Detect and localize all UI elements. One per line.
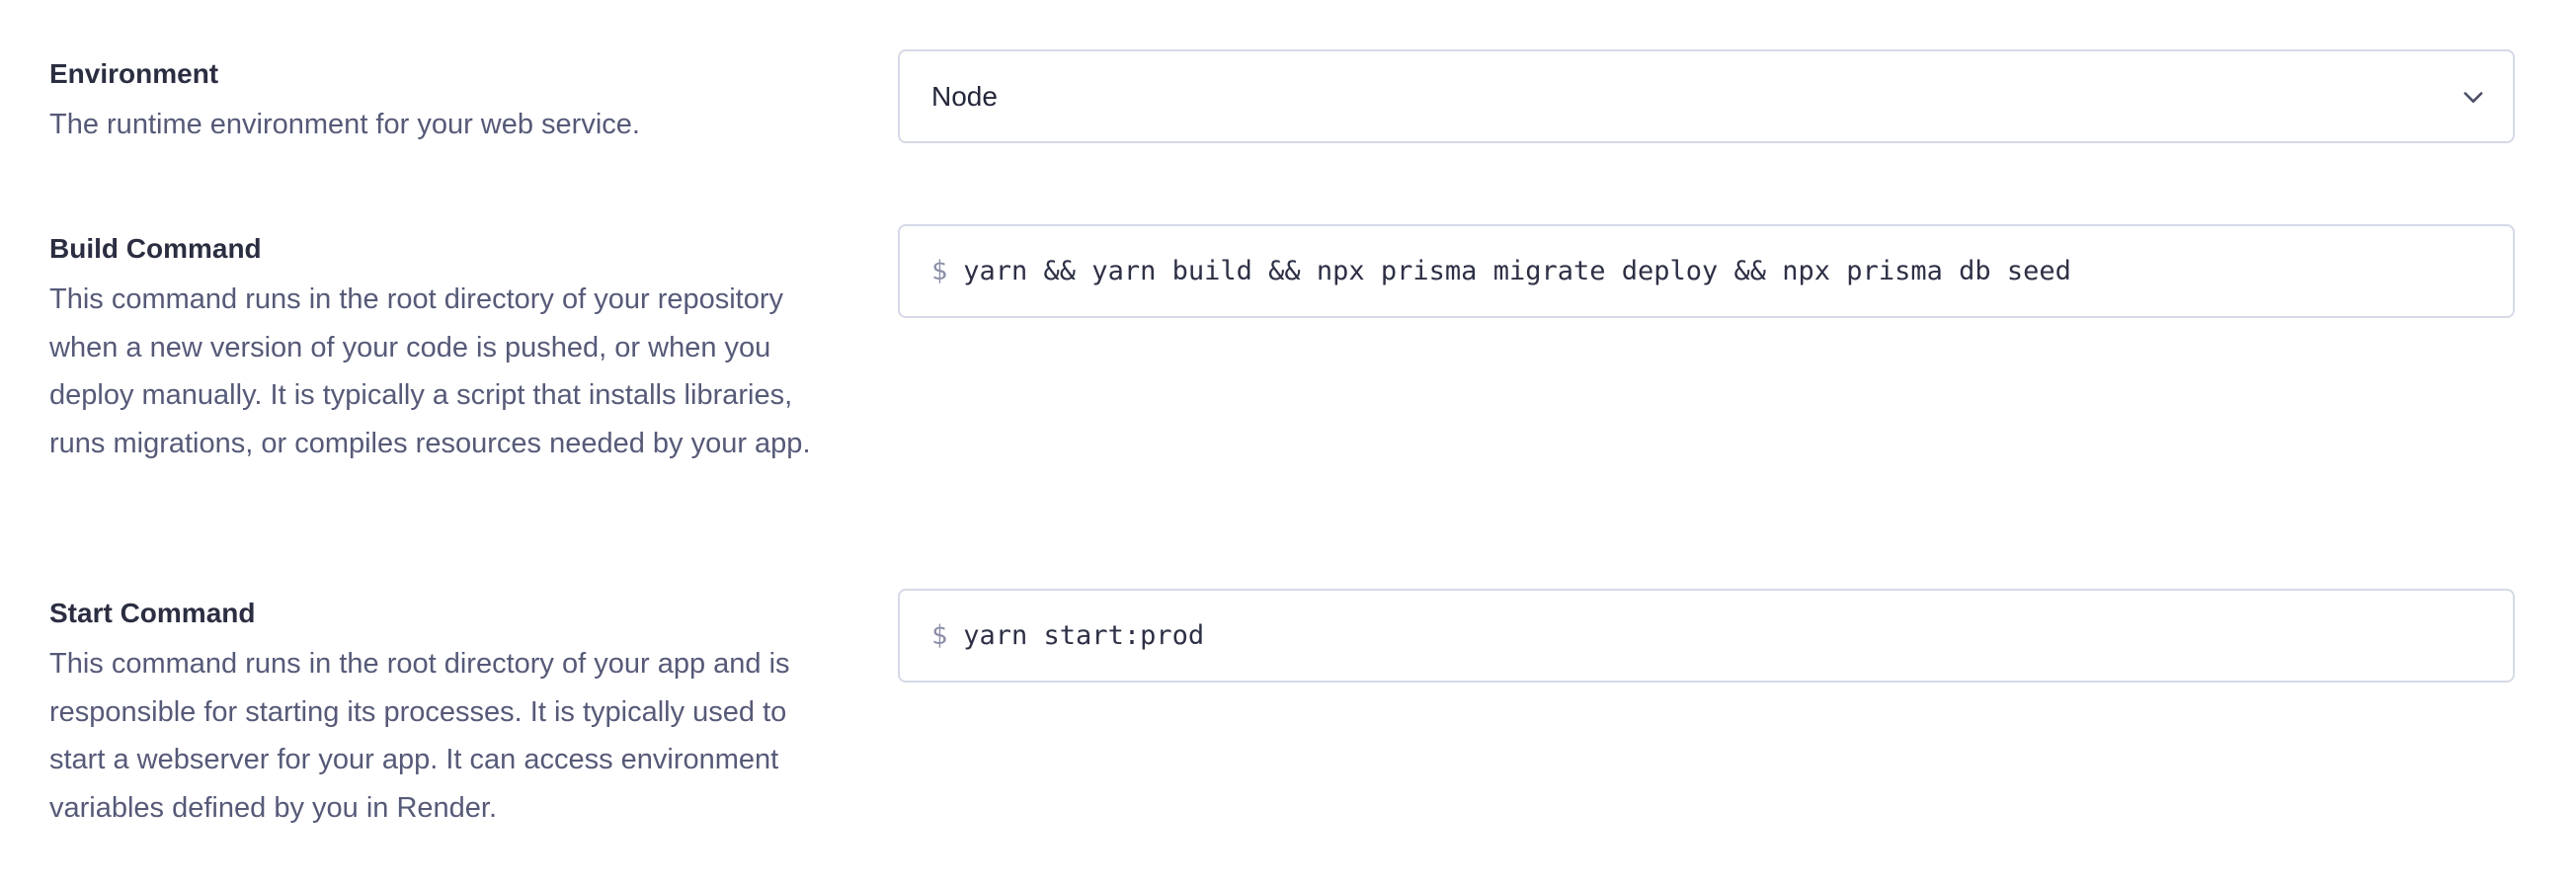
environment-selected-value: Node <box>931 80 998 112</box>
environment-title: Environment <box>49 58 219 89</box>
build-command-prompt: $ <box>931 256 948 286</box>
start-command-field[interactable]: $ <box>898 589 2515 683</box>
start-command-prompt: $ <box>931 620 948 651</box>
service-settings-form: Environment The runtime environment for … <box>0 0 2576 887</box>
environment-select[interactable]: Node <box>898 49 2515 143</box>
start-command-title: Start Command <box>49 598 256 628</box>
build-command-input[interactable] <box>963 226 2513 316</box>
build-command-label-group: Build Command This command runs in the r… <box>49 232 830 467</box>
environment-description: The runtime environment for your web ser… <box>49 109 640 140</box>
build-command-field[interactable]: $ <box>898 224 2515 318</box>
environment-label-group: Environment The runtime environment for … <box>49 57 830 149</box>
build-command-description: This command runs in the root directory … <box>49 283 811 459</box>
start-command-label-group: Start Command This command runs in the r… <box>49 597 830 832</box>
start-command-input[interactable] <box>963 591 2513 681</box>
build-command-title: Build Command <box>49 233 262 264</box>
start-command-description: This command runs in the root directory … <box>49 648 790 824</box>
chevron-down-icon[interactable] <box>2459 83 2487 111</box>
